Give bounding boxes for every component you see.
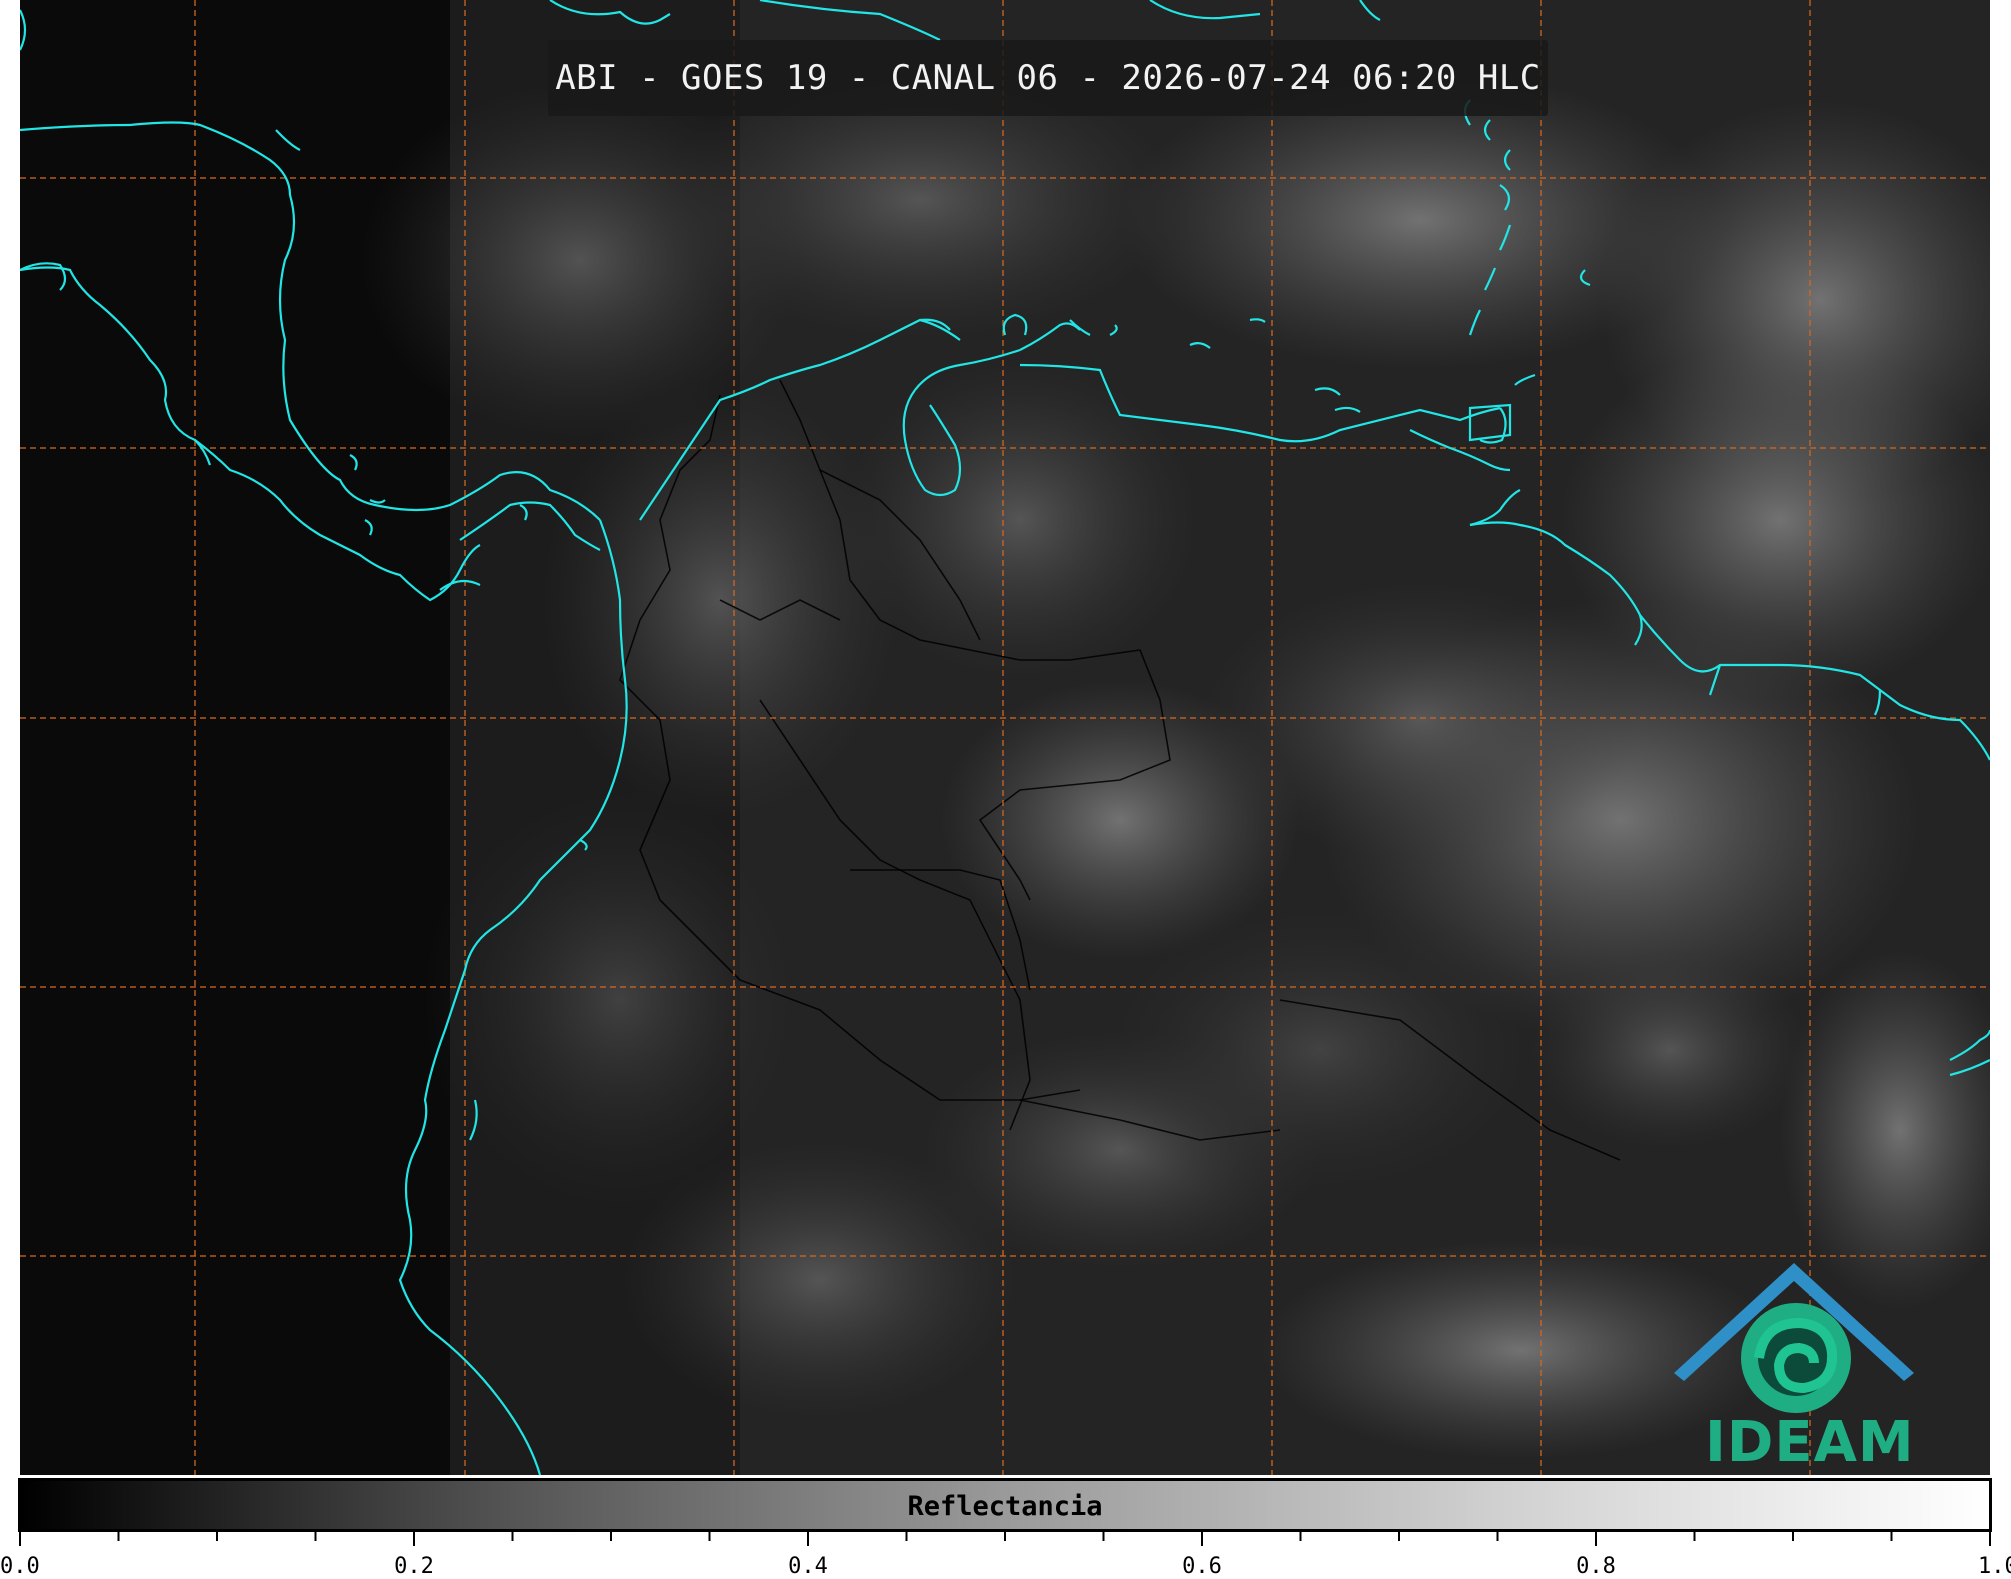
colorbar-tick-label: 0.0 bbox=[0, 1554, 40, 1579]
colorbar-ticks bbox=[19, 1532, 1991, 1546]
map-title-box: ABI - GOES 19 - CANAL 06 - 2026-07-24 06… bbox=[548, 40, 1548, 116]
map-title: ABI - GOES 19 - CANAL 06 - 2026-07-24 06… bbox=[555, 58, 1541, 98]
colorbar-tick-label: 1.0 bbox=[1978, 1554, 2011, 1579]
colorbar-tick-label: 0.6 bbox=[1182, 1554, 1222, 1579]
reflectance-colorbar: Reflectancia bbox=[18, 1478, 1992, 1532]
colorbar-tick-label: 0.4 bbox=[788, 1554, 828, 1579]
colorbar-tick-label: 0.8 bbox=[1576, 1554, 1616, 1579]
satellite-map: ABI - GOES 19 - CANAL 06 - 2026-07-24 06… bbox=[20, 0, 1990, 1475]
ideam-logo-text: IDEAM bbox=[1705, 1410, 1915, 1475]
colorbar-label: Reflectancia bbox=[907, 1491, 1103, 1522]
colorbar-tick-label: 0.2 bbox=[394, 1554, 434, 1579]
